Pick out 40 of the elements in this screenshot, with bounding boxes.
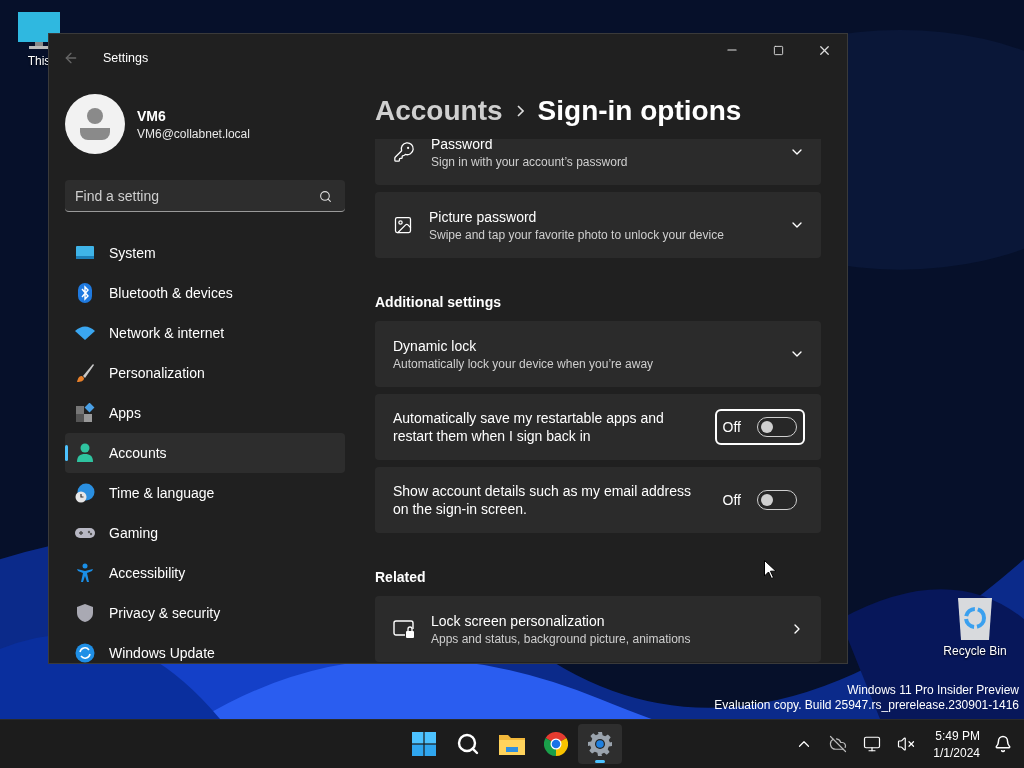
clock[interactable]: 5:49 PM 1/1/2024 bbox=[927, 728, 986, 760]
setting-card[interactable]: Picture password Swipe and tap your favorite photo to unlock your device bbox=[375, 192, 821, 258]
setting-description: Swipe and tap your favorite photo to unlock your device bbox=[429, 228, 725, 242]
setting-title: Password bbox=[431, 139, 494, 153]
breadcrumb-link[interactable]: Accounts bbox=[375, 94, 503, 127]
sidebar-item[interactable]: Network & internet bbox=[65, 313, 345, 353]
toggle-switch[interactable]: Off bbox=[714, 482, 805, 518]
sidebar-item[interactable]: Time & language bbox=[65, 473, 345, 513]
setting-card[interactable]: Password Sign in with your account’s password bbox=[375, 139, 821, 185]
sidebar-item[interactable]: Apps bbox=[65, 393, 345, 433]
desktop-icon-label: Recycle Bin bbox=[943, 644, 1007, 658]
toggle-switch[interactable]: Off bbox=[714, 409, 805, 445]
sidebar-item[interactable]: Accessibility bbox=[65, 553, 345, 593]
setting-card[interactable]: Lock screen personalization Apps and status, background picture, animations bbox=[375, 596, 821, 662]
section-heading: Related bbox=[375, 569, 426, 585]
section-heading: Additional settings bbox=[375, 294, 501, 310]
page-title: Sign-in options bbox=[537, 94, 742, 127]
window-title: Settings bbox=[103, 51, 149, 65]
setting-title: Picture password bbox=[429, 208, 538, 226]
setting-title: Automatically save my restartable apps and restart them when I sign back in bbox=[393, 409, 665, 445]
desktop-icon-label: This bbox=[27, 54, 51, 68]
setting-description: Sign in with your account’s password bbox=[431, 155, 629, 169]
sidebar-item[interactable]: Privacy & security bbox=[65, 593, 345, 633]
watermark-text: Evaluation copy. Build 25947.rs_prerelease.230901-1416 bbox=[714, 698, 1019, 713]
sidebar-item[interactable]: Bluetooth & devices bbox=[65, 273, 345, 313]
sidebar-item[interactable]: System bbox=[65, 233, 345, 273]
sidebar-item[interactable]: Accounts bbox=[65, 433, 345, 473]
setting-description: Automatically lock your device when you’re away bbox=[393, 357, 655, 371]
setting-title: Show account details such as my email address on the sign-in screen. bbox=[393, 482, 693, 518]
sidebar-item[interactable]: Gaming bbox=[65, 513, 345, 553]
setting-title: Dynamic lock bbox=[393, 337, 478, 355]
watermark-text: Windows 11 Pro Insider Preview bbox=[847, 683, 1019, 698]
search-field[interactable]: Find a setting bbox=[65, 180, 345, 212]
sidebar-item[interactable]: Windows Update bbox=[65, 633, 345, 663]
account-email: VM6@collabnet.local bbox=[137, 126, 250, 141]
setting-card[interactable]: Dynamic lock Automatically lock your device when you’re away bbox=[375, 321, 821, 387]
setting-title: Lock screen personalization bbox=[431, 612, 606, 630]
setting-description: Apps and status, background picture, animations bbox=[431, 632, 692, 646]
account-name: VM6 bbox=[137, 107, 167, 124]
sidebar-item[interactable]: Personalization bbox=[65, 353, 345, 393]
